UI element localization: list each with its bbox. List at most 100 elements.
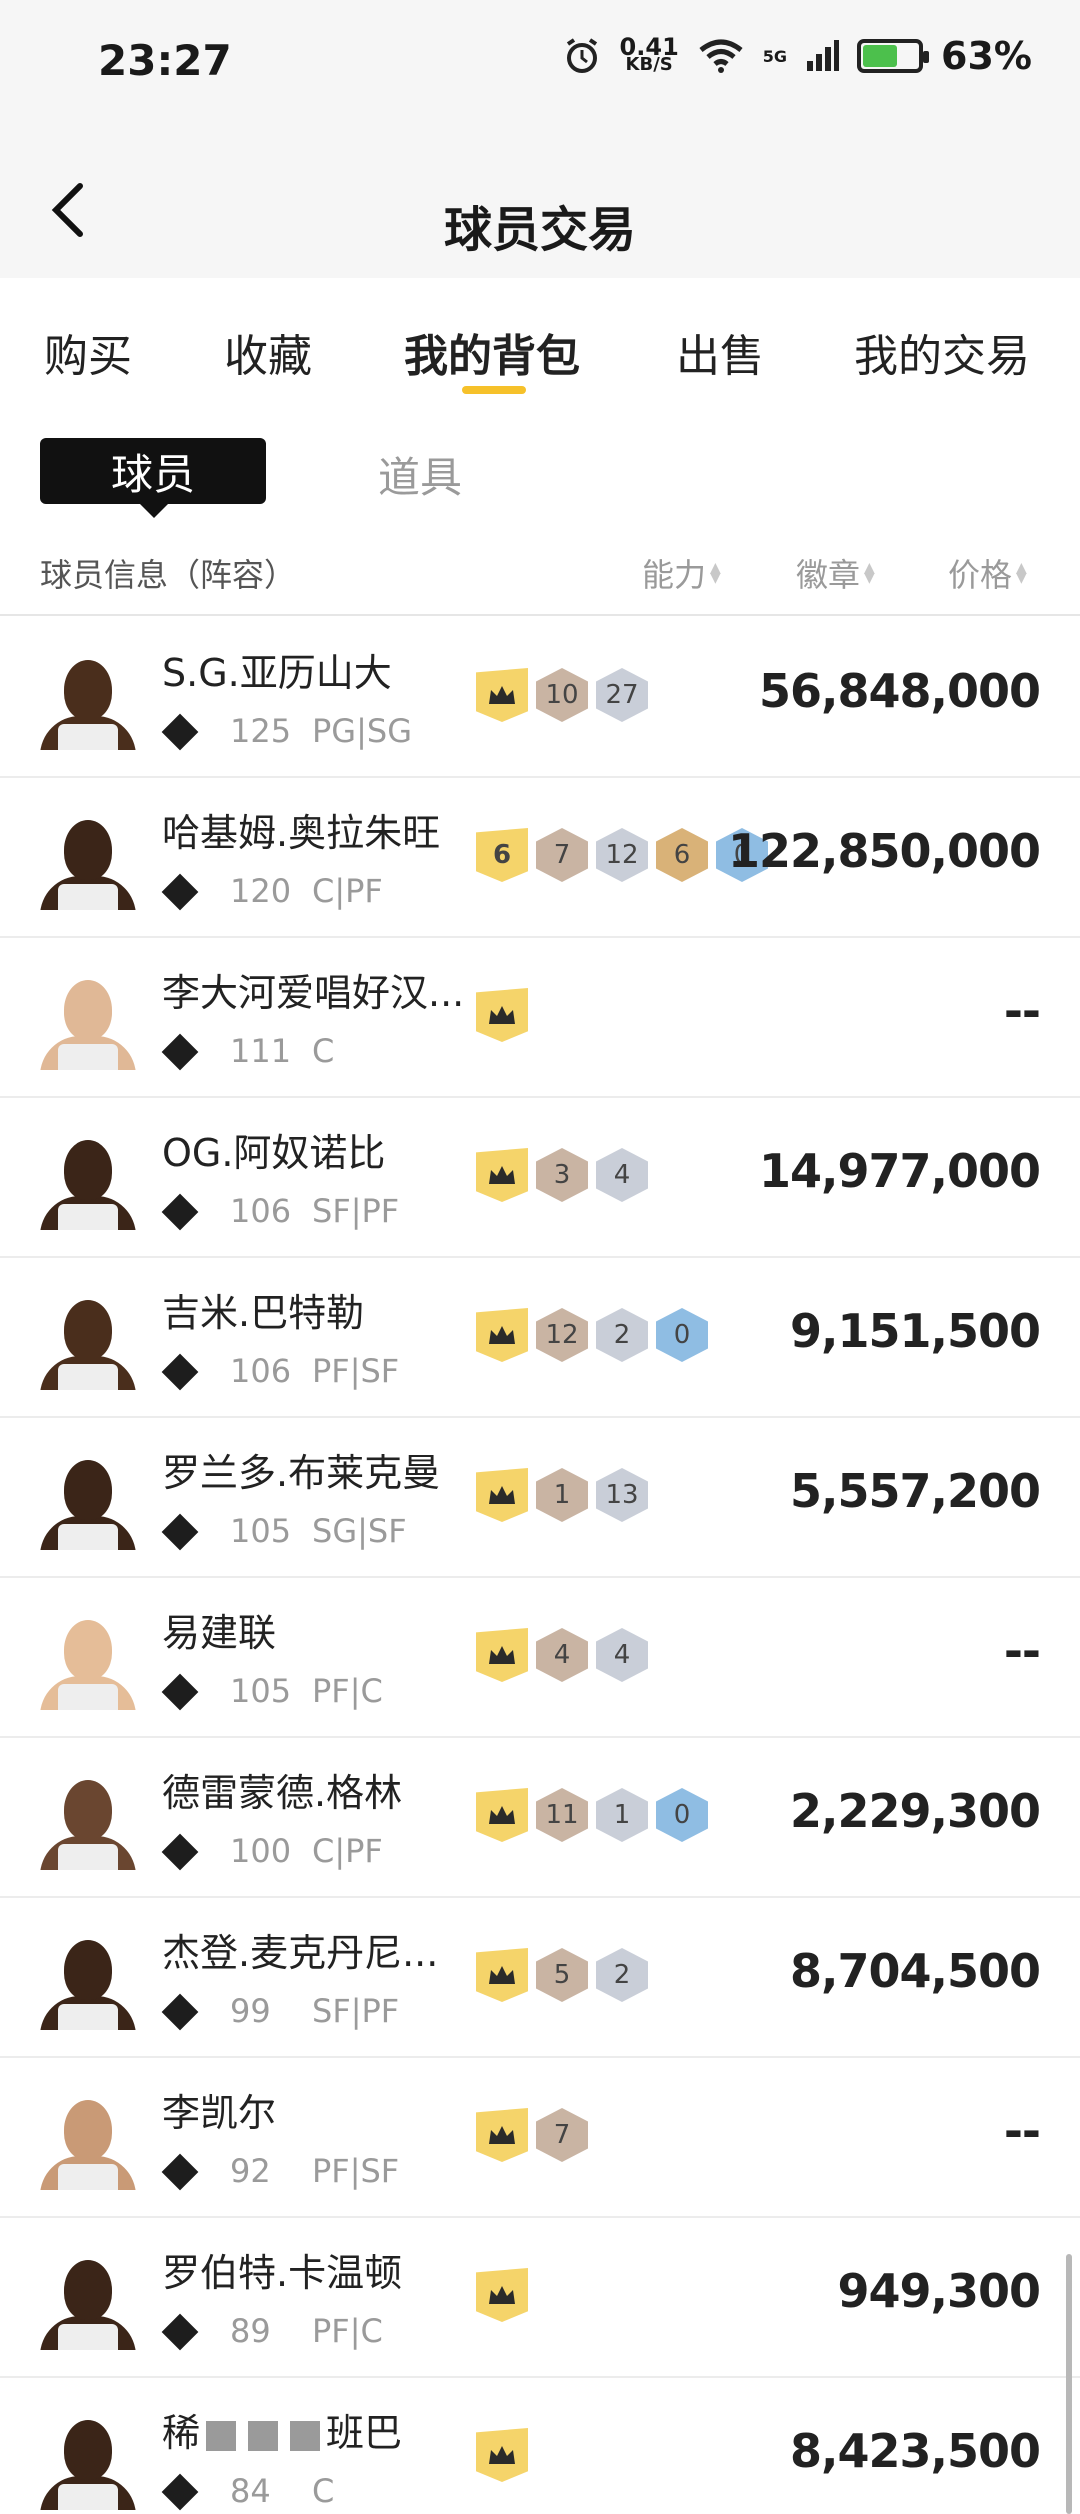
badge-list: 10 27 bbox=[476, 668, 648, 722]
subtab-items[interactable]: 道具 bbox=[378, 444, 462, 505]
player-name: OG.阿奴诺比 bbox=[162, 1131, 386, 1175]
header: 球员交易 bbox=[0, 120, 1080, 278]
crown-badge-icon bbox=[476, 1628, 528, 1682]
player-list: S.G.亚历山大 125 PG|SG 10 27 56,848,000 哈基姆.奥… bbox=[0, 618, 1080, 2514]
column-header: 球员信息（阵容） 能力 ▲ ▼ 徽章 ▲ ▼ 价格 ▲ ▼ bbox=[0, 540, 1080, 616]
player-price: 56,848,000 bbox=[758, 664, 1041, 718]
player-position: PF|C bbox=[312, 2312, 383, 2350]
crown-badge-icon bbox=[476, 1308, 528, 1362]
badge-list: 7 bbox=[476, 2108, 588, 2162]
active-tab-indicator bbox=[462, 386, 526, 394]
player-position: SF|PF bbox=[312, 1192, 400, 1230]
player-price: -- bbox=[1003, 1624, 1041, 1678]
badge-list: 11 1 0 bbox=[476, 1788, 708, 1842]
rank-icon bbox=[162, 874, 198, 910]
player-rating: 111 bbox=[230, 1032, 292, 1070]
player-name: 吉米.巴特勒 bbox=[162, 1291, 365, 1335]
rank-icon bbox=[162, 1994, 198, 2030]
rank-icon bbox=[162, 1834, 198, 1870]
crown-badge-icon bbox=[476, 1948, 528, 2002]
sort-badges[interactable]: 徽章 ▲ ▼ bbox=[796, 550, 875, 596]
player-rating: 84 bbox=[230, 2472, 271, 2510]
player-avatar bbox=[40, 2414, 136, 2510]
sort-ability[interactable]: 能力 ▲ ▼ bbox=[642, 550, 721, 596]
player-position: SF|PF bbox=[312, 1992, 400, 2030]
blurred-text bbox=[248, 2420, 279, 2451]
bronze-badge: 1 bbox=[536, 1468, 588, 1522]
player-price: 5,557,200 bbox=[790, 1464, 1041, 1518]
net-speed: 0.41 KB/S bbox=[619, 33, 679, 75]
crown-badge-icon bbox=[476, 1788, 528, 1842]
player-rating: 105 bbox=[230, 1672, 292, 1710]
silver-badge: 27 bbox=[596, 668, 648, 722]
player-row[interactable]: 李大河爱唱好汉... 111 C -- bbox=[0, 938, 1080, 1098]
tab-sell[interactable]: 出售 bbox=[676, 320, 764, 384]
player-row[interactable]: 易建联 105 PF|C 44 -- bbox=[0, 1578, 1080, 1738]
player-row[interactable]: 德雷蒙德.格林 100 C|PF 11 1 0 2,229,300 bbox=[0, 1738, 1080, 1898]
player-row[interactable]: 罗伯特.卡温顿 89 PF|C 949,300 bbox=[0, 2218, 1080, 2378]
player-rating: 92 bbox=[230, 2152, 271, 2190]
crown-badge-icon bbox=[476, 1468, 528, 1522]
player-rating: 105 bbox=[230, 1512, 292, 1550]
player-rating: 100 bbox=[230, 1832, 292, 1870]
scrollbar[interactable] bbox=[1066, 2254, 1072, 2514]
player-name: S.G.亚历山大 bbox=[162, 651, 392, 695]
badge-list bbox=[476, 988, 528, 1042]
tab-my-backpack[interactable]: 我的背包 bbox=[404, 320, 580, 384]
tab-buy[interactable]: 购买 bbox=[44, 320, 132, 384]
crown-badge-icon bbox=[476, 2108, 528, 2162]
crown-badge-icon bbox=[476, 1148, 528, 1202]
player-name: 哈基姆.奥拉朱旺 bbox=[162, 811, 441, 855]
player-row[interactable]: 哈基姆.奥拉朱旺 120 C|PF 6 7 12 6 0 122,850,000 bbox=[0, 778, 1080, 938]
rank-icon bbox=[162, 2474, 198, 2510]
player-position: SG|SF bbox=[312, 1512, 407, 1550]
badge-list: 52 bbox=[476, 1948, 648, 2002]
player-row[interactable]: S.G.亚历山大 125 PG|SG 10 27 56,848,000 bbox=[0, 618, 1080, 778]
silver-badge: 2 bbox=[596, 1948, 648, 2002]
crown-badge-icon bbox=[476, 2268, 528, 2322]
silver-badge: 2 bbox=[596, 1308, 648, 1362]
bronze-badge: 3 bbox=[536, 1148, 588, 1202]
player-row[interactable]: 李凯尔 92 PF|SF 7 -- bbox=[0, 2058, 1080, 2218]
silver-badge: 1 bbox=[596, 1788, 648, 1842]
badge-list bbox=[476, 2428, 528, 2482]
subtab-players[interactable]: 球员 bbox=[40, 438, 266, 518]
rank-icon bbox=[162, 2154, 198, 2190]
player-row[interactable]: 稀班巴 84 C 8,423,500 bbox=[0, 2378, 1080, 2514]
player-position: PF|C bbox=[312, 1672, 383, 1710]
bronze-badge: 5 bbox=[536, 1948, 588, 2002]
player-avatar bbox=[40, 1614, 136, 1710]
player-price: 9,151,500 bbox=[790, 1304, 1041, 1358]
player-position: C bbox=[312, 1032, 335, 1070]
player-price: 8,704,500 bbox=[790, 1944, 1041, 1998]
player-avatar bbox=[40, 814, 136, 910]
player-avatar bbox=[40, 1454, 136, 1550]
player-price: -- bbox=[1003, 2104, 1041, 2158]
player-row[interactable]: OG.阿奴诺比 106 SF|PF 34 14,977,000 bbox=[0, 1098, 1080, 1258]
signal-icon bbox=[807, 40, 840, 71]
player-row[interactable]: 杰登.麦克丹尼... 99 SF|PF 52 8,704,500 bbox=[0, 1898, 1080, 2058]
player-name: 李大河爱唱好汉... bbox=[162, 971, 465, 1015]
rank-icon bbox=[162, 1514, 198, 1550]
sort-arrows-icon: ▲ ▼ bbox=[1016, 560, 1027, 586]
sort-price[interactable]: 价格 ▲ ▼ bbox=[948, 550, 1027, 596]
sort-arrows-icon: ▲ ▼ bbox=[864, 560, 875, 586]
tab-my-trades[interactable]: 我的交易 bbox=[854, 320, 1030, 384]
tab-favorites[interactable]: 收藏 bbox=[224, 320, 312, 384]
crown-num-badge: 6 bbox=[476, 828, 528, 882]
player-avatar bbox=[40, 1294, 136, 1390]
bronze-badge: 10 bbox=[536, 668, 588, 722]
player-rating: 106 bbox=[230, 1192, 292, 1230]
player-row[interactable]: 罗兰多.布莱克曼 105 SG|SF 1 13 5,557,200 bbox=[0, 1418, 1080, 1578]
player-name: 德雷蒙德.格林 bbox=[162, 1771, 403, 1815]
page-title: 球员交易 bbox=[443, 202, 636, 258]
player-name: 罗兰多.布莱克曼 bbox=[162, 1451, 441, 1495]
rank-icon bbox=[162, 1034, 198, 1070]
silver-badge: 12 bbox=[596, 828, 648, 882]
player-row[interactable]: 吉米.巴特勒 106 PF|SF 12 2 0 9,151,500 bbox=[0, 1258, 1080, 1418]
player-avatar bbox=[40, 1774, 136, 1870]
player-avatar bbox=[40, 2254, 136, 2350]
sort-arrows-icon: ▲ ▼ bbox=[710, 560, 721, 586]
badge-list: 34 bbox=[476, 1148, 648, 1202]
column-player-info: 球员信息（阵容） bbox=[40, 556, 297, 594]
